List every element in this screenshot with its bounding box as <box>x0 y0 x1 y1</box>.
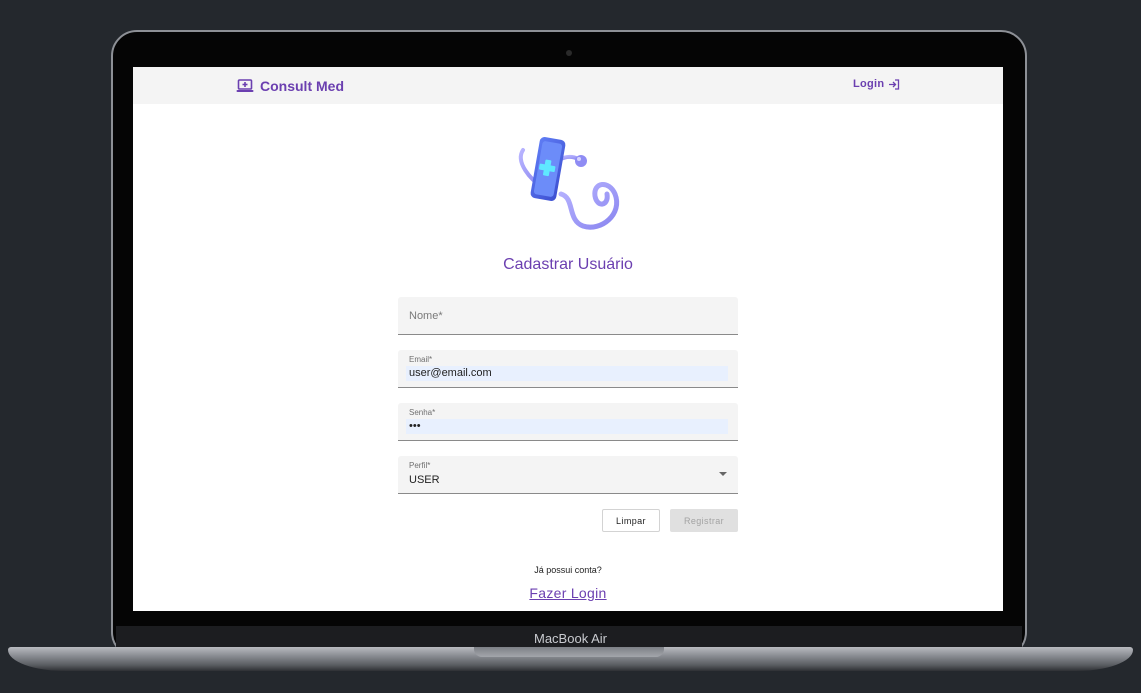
login-arrow-icon <box>889 78 900 90</box>
brand-link[interactable]: Consult Med <box>236 76 344 96</box>
nav-login-link[interactable]: Login <box>853 78 900 90</box>
nav-login-label: Login <box>853 78 885 90</box>
name-field[interactable]: Nome* <box>398 297 738 335</box>
page-title: Cadastrar Usuário <box>503 256 633 273</box>
profile-value: USER <box>409 474 440 486</box>
chevron-down-icon[interactable] <box>719 472 727 476</box>
name-placeholder: Nome* <box>409 310 443 322</box>
profile-label: Perfil* <box>409 461 431 470</box>
login-cta-wrapper: Fazer Login <box>133 585 1003 601</box>
clear-button[interactable]: Limpar <box>602 509 660 532</box>
brand-label: Consult Med <box>260 78 344 94</box>
password-value[interactable]: ••• <box>406 419 728 434</box>
login-cta-link[interactable]: Fazer Login <box>529 585 606 601</box>
register-button[interactable]: Registrar <box>670 509 738 532</box>
profile-select[interactable]: Perfil* USER <box>398 456 738 494</box>
password-label: Senha* <box>409 408 436 417</box>
screen: Consult Med Login Cadastrar Usuário Nome… <box>133 67 1003 611</box>
account-question: Já possui conta? <box>534 565 602 575</box>
laptop-medical-icon <box>236 79 254 92</box>
email-field[interactable]: Email* user@email.com <box>398 350 738 388</box>
password-field[interactable]: Senha* ••• <box>398 403 738 441</box>
laptop-notch <box>474 647 664 657</box>
device-label: MacBook Air <box>534 631 607 646</box>
navbar: Consult Med Login <box>133 67 1003 104</box>
email-label: Email* <box>409 355 433 364</box>
camera <box>566 50 572 56</box>
phone-stethoscope-icon <box>519 137 620 230</box>
email-value[interactable]: user@email.com <box>406 366 728 381</box>
